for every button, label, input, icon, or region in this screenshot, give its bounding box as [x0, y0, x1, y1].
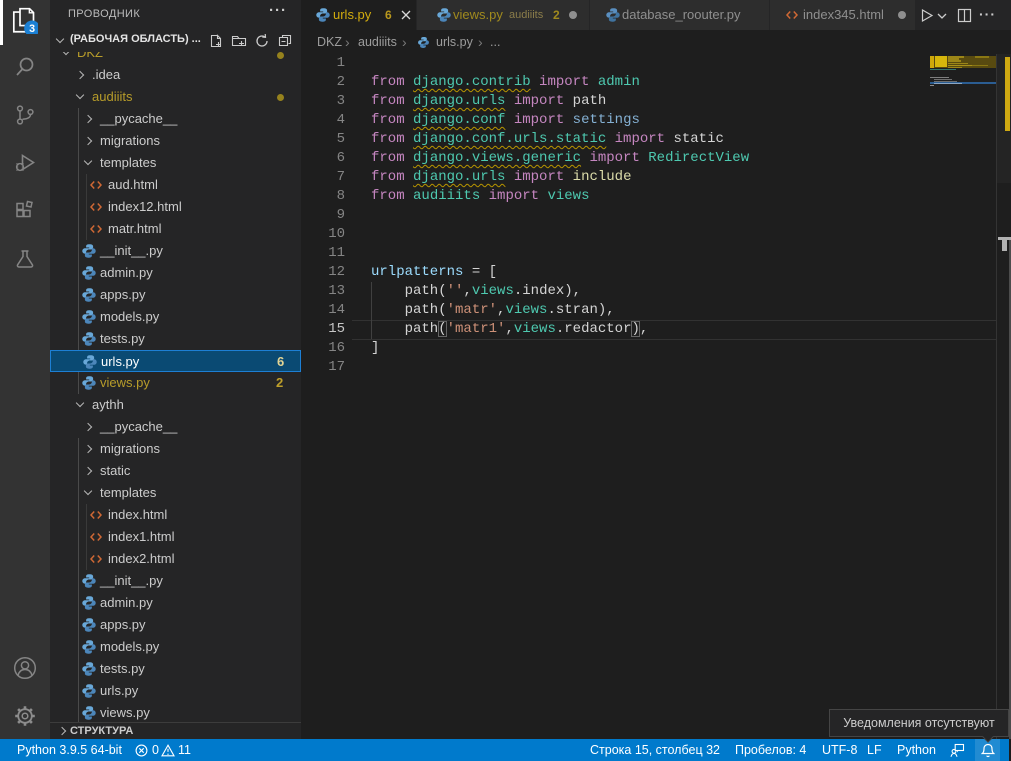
svg-text:3: 3	[29, 23, 35, 34]
